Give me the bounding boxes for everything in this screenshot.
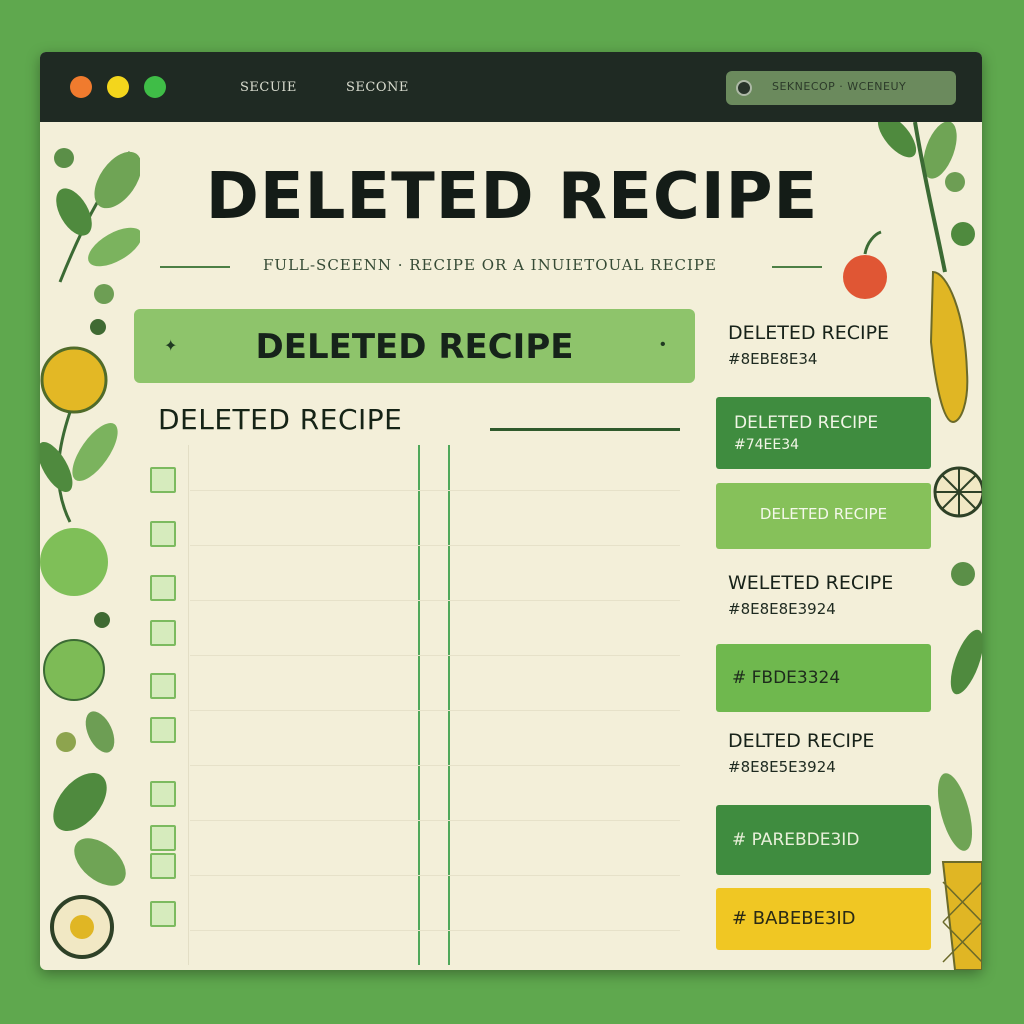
close-dot-icon[interactable] [70, 76, 92, 98]
recipe-code: #8EBE8E34 [728, 350, 818, 368]
row-checkbox[interactable] [150, 825, 176, 851]
page-title: DELETED RECIPE [205, 160, 819, 234]
button-label: # BABEBE3ID [732, 908, 856, 929]
column-divider-left [418, 445, 420, 965]
row-checkbox[interactable] [150, 901, 176, 927]
recipe-entry-1[interactable]: DELETED RECIPE #8EBE8E34 [728, 322, 889, 368]
rule-line [190, 710, 680, 711]
row-checkbox[interactable] [150, 853, 176, 879]
address-bar[interactable]: SEKNECOP · WCENEUY [726, 71, 956, 105]
row-checkbox[interactable] [150, 781, 176, 807]
recipe-button-4[interactable]: # PAREBDE3ID [716, 805, 931, 875]
site-icon [736, 80, 752, 96]
section-divider [490, 428, 680, 431]
checklist [140, 445, 680, 965]
row-checkbox[interactable] [150, 575, 176, 601]
tab-secone[interactable]: SECONE [346, 80, 409, 95]
recipe-entry-3[interactable]: DELTED RECIPE #8E8E5E3924 [728, 730, 874, 776]
rule-line [190, 545, 680, 546]
title-bar: SECUIE SECONE SEKNECOP · WCENEUY [40, 52, 982, 122]
subtitle-rule-right [772, 266, 822, 268]
row-checkbox[interactable] [150, 717, 176, 743]
rule-line [190, 655, 680, 656]
rule-line [190, 600, 680, 601]
recipe-button-5[interactable]: # BABEBE3ID [716, 888, 931, 950]
recipe-title: WELETED RECIPE [728, 572, 894, 594]
margin-line [188, 445, 189, 965]
section-title: DELETED RECIPE [158, 403, 403, 436]
row-checkbox[interactable] [150, 467, 176, 493]
button-label: DELETED RECIPE [759, 505, 888, 523]
rule-line [190, 875, 680, 876]
page-subtitle: FULL-SCEENN · RECIPE OR A INUIETOUAL REC… [263, 256, 717, 274]
recipe-button-2[interactable]: DELETED RECIPE [716, 483, 931, 549]
recipe-title: DELTED RECIPE [728, 730, 875, 752]
row-checkbox[interactable] [150, 620, 176, 646]
rule-line [190, 490, 680, 491]
row-checkbox[interactable] [150, 521, 176, 547]
minimize-dot-icon[interactable] [107, 76, 129, 98]
rule-line [190, 820, 680, 821]
tab-secuie[interactable]: SECUIE [240, 80, 297, 95]
recipe-code: #8E8E5E3924 [728, 758, 836, 776]
column-divider-right [448, 445, 450, 965]
recipe-button-3[interactable]: # FBDE3324 [716, 644, 931, 712]
button-title: DELETED RECIPE [734, 413, 879, 433]
recipe-banner[interactable]: ✦ DELETED RECIPE • [134, 309, 695, 383]
banner-label: DELETED RECIPE [255, 327, 574, 367]
recipe-entry-2[interactable]: WELETED RECIPE #8E8E8E3924 [728, 572, 893, 618]
address-text: SEKNECOP · WCENEUY [772, 80, 907, 93]
button-label: # PAREBDE3ID [732, 830, 860, 850]
recipe-title: DELETED RECIPE [728, 322, 890, 344]
banner-right-arrow-icon[interactable]: • [660, 336, 666, 354]
recipe-code: #8E8E8E3924 [728, 600, 836, 618]
row-checkbox[interactable] [150, 673, 176, 699]
maximize-dot-icon[interactable] [144, 76, 166, 98]
rule-line [190, 930, 680, 931]
recipe-button-1[interactable]: DELETED RECIPE #74EE34 [716, 397, 931, 469]
button-label: # FBDE3324 [732, 668, 841, 688]
rule-line [190, 765, 680, 766]
button-code: #74EE34 [734, 437, 800, 453]
